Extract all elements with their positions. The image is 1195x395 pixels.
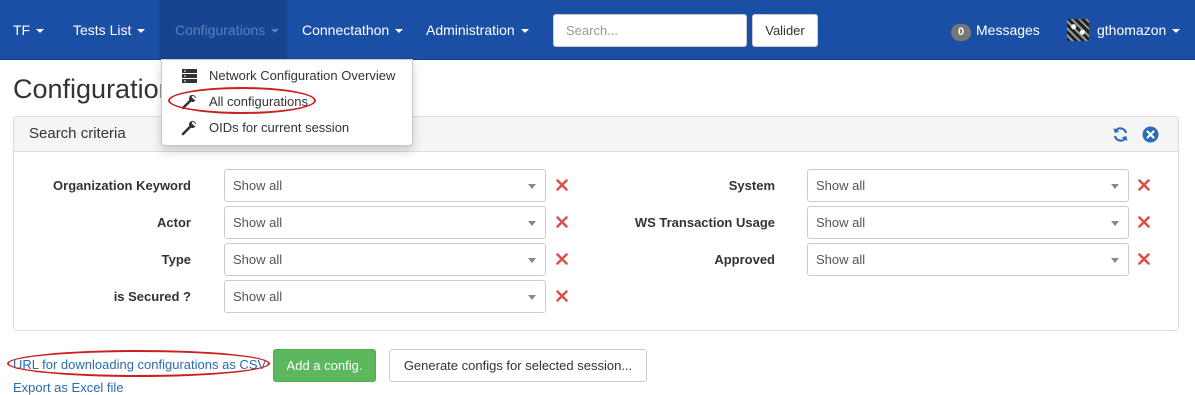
is-secured-select[interactable]: Show all — [224, 280, 546, 313]
add-config-button[interactable]: Add a config. — [273, 349, 376, 382]
caret-down-icon — [1111, 184, 1119, 189]
user-menu[interactable]: gthomazon — [1097, 0, 1181, 60]
type-label: Type — [161, 252, 191, 267]
system-select[interactable]: Show all — [807, 169, 1129, 202]
clear-filter-icon[interactable] — [555, 289, 569, 303]
clear-filter-icon[interactable] — [555, 252, 569, 266]
menu-item-oids-for-current-session[interactable]: OIDs for current session — [162, 115, 412, 141]
type-select[interactable]: Show all — [224, 243, 546, 276]
menu-item-label: All configurations — [209, 94, 308, 109]
select-value: Show all — [233, 215, 283, 230]
caret-down-icon — [528, 295, 536, 300]
top-navbar: TF Tests List Configurations Connectatho… — [0, 0, 1195, 60]
organization-keyword-select[interactable]: Show all — [224, 169, 546, 202]
search-criteria-panel: Search criteria Organization Keyword Sho… — [13, 116, 1179, 331]
organization-keyword-label: Organization Keyword — [53, 178, 191, 193]
wrench-icon — [181, 94, 197, 110]
system-label: System — [728, 178, 775, 193]
caret-down-icon — [1111, 258, 1119, 263]
nav-administration[interactable]: Administration — [426, 0, 529, 60]
menu-item-label: Network Configuration Overview — [209, 68, 396, 83]
nav-tests-list[interactable]: Tests List — [73, 0, 146, 60]
caret-down-icon — [1172, 29, 1181, 34]
caret-down-icon — [1111, 221, 1119, 226]
caret-down-icon — [520, 29, 529, 34]
nav-connectathon-label: Connectathon — [302, 22, 390, 38]
select-value: Show all — [816, 252, 866, 267]
nav-administration-label: Administration — [426, 22, 515, 38]
select-value: Show all — [233, 178, 283, 193]
export-excel-link[interactable]: Export as Excel file — [13, 380, 124, 395]
approved-label: Approved — [714, 252, 775, 267]
wrench-icon — [181, 120, 197, 136]
clear-filter-icon[interactable] — [1137, 252, 1151, 266]
valider-button[interactable]: Valider — [752, 14, 818, 47]
search-input[interactable] — [553, 14, 747, 47]
clear-filter-icon[interactable] — [1137, 215, 1151, 229]
caret-down-icon — [528, 258, 536, 263]
is-secured-label: is Secured ? — [113, 289, 191, 304]
refresh-icon[interactable] — [1112, 126, 1129, 143]
download-csv-link[interactable]: URL for downloading configurations as CS… — [13, 357, 266, 372]
messages-link[interactable]: Messages — [976, 0, 1040, 60]
actor-select[interactable]: Show all — [224, 206, 546, 239]
ws-transaction-usage-select[interactable]: Show all — [807, 206, 1129, 239]
caret-down-icon — [137, 29, 146, 34]
nav-tests-list-label: Tests List — [73, 22, 132, 38]
generate-configs-button[interactable]: Generate configs for selected session... — [389, 349, 647, 382]
menu-item-network-configuration-overview[interactable]: Network Configuration Overview — [162, 63, 412, 89]
select-value: Show all — [816, 215, 866, 230]
server-icon — [182, 69, 197, 83]
caret-down-icon — [528, 184, 536, 189]
select-value: Show all — [233, 252, 283, 267]
actor-label: Actor — [157, 215, 191, 230]
caret-down-icon — [36, 29, 45, 34]
nav-connectathon[interactable]: Connectathon — [302, 0, 404, 60]
clear-filter-icon[interactable] — [555, 215, 569, 229]
select-value: Show all — [816, 178, 866, 193]
panel-title: Search criteria — [29, 125, 126, 142]
user-name: gthomazon — [1097, 22, 1167, 38]
messages-count-badge[interactable]: 0 — [951, 24, 971, 41]
nav-configurations-label: Configurations — [175, 22, 266, 38]
caret-down-icon — [528, 221, 536, 226]
caret-down-icon — [271, 29, 280, 34]
nav-tf-label: TF — [13, 22, 31, 38]
clear-filter-icon[interactable] — [1137, 178, 1151, 192]
ws-transaction-usage-label: WS Transaction Usage — [634, 215, 775, 230]
approved-select[interactable]: Show all — [807, 243, 1129, 276]
page-title: Configurations — [13, 74, 163, 104]
menu-item-label: OIDs for current session — [209, 120, 350, 135]
select-value: Show all — [233, 289, 283, 304]
clear-all-icon[interactable] — [1142, 126, 1159, 143]
menu-item-all-configurations[interactable]: All configurations — [162, 89, 412, 115]
user-avatar[interactable] — [1067, 19, 1089, 41]
clear-filter-icon[interactable] — [555, 178, 569, 192]
nav-configurations[interactable]: Configurations — [159, 0, 287, 60]
configurations-dropdown-menu: Network Configuration Overview All confi… — [161, 59, 413, 146]
nav-tf[interactable]: TF — [13, 0, 45, 60]
caret-down-icon — [395, 29, 404, 34]
